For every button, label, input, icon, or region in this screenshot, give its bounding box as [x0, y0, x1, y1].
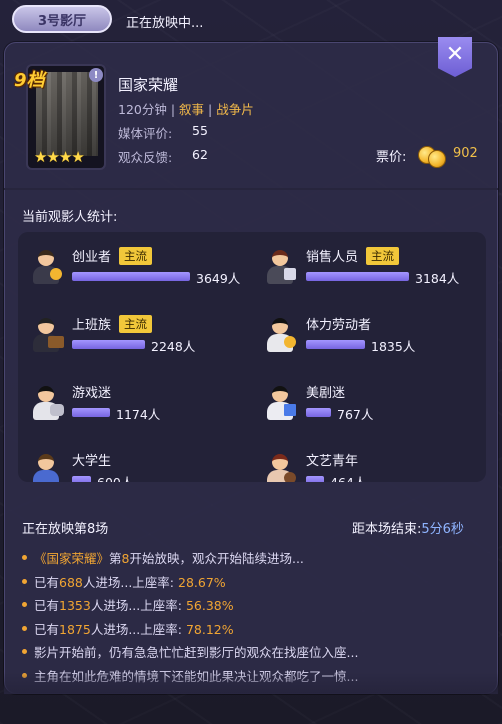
log-number: 1875 — [59, 621, 91, 637]
audience-name: 体力劳动者 — [306, 318, 372, 333]
audience-count: 3649人 — [196, 271, 241, 286]
audience-item-student: 大学生 600人 — [30, 450, 250, 482]
audience-bar — [306, 272, 409, 281]
close-icon: ✕ — [445, 42, 465, 67]
top-bar: 3号影厅 正在放映中... — [0, 0, 502, 40]
star-icon: ★ — [34, 148, 47, 166]
log-line: 已有1875人进场...上座率: 78.12% — [20, 619, 480, 643]
log-line: 影片开始前，仍有急急忙忙赶到影厅的观众在找座位入座... — [20, 642, 480, 666]
hall-tab[interactable]: 3号影厅 — [12, 5, 112, 33]
log-movie-title: 《国家荣耀》 — [34, 551, 110, 566]
log-number: 1353 — [59, 598, 91, 613]
log-line: 《国家荣耀》第8开始放映，观众开始陆续进场... — [20, 548, 480, 572]
entrepreneur-avatar-icon — [30, 250, 62, 286]
log-fade — [4, 672, 498, 694]
audience-name: 游戏迷 — [72, 386, 112, 401]
screening-log[interactable]: 《国家荣耀》第8开始放映，观众开始陆续进场... 已有688人进场...上座率:… — [20, 548, 480, 688]
audience-count: 1835人 — [371, 339, 416, 354]
audience-count: 3184人 — [415, 271, 460, 286]
salesperson-avatar-icon — [264, 250, 296, 286]
info-icon[interactable]: ! — [89, 68, 103, 82]
audience-count: 767人 — [337, 407, 374, 422]
audience-name: 上班族 — [72, 318, 112, 333]
audience-item-drama-fan: 美剧迷 767人 — [264, 382, 484, 428]
log-text: 影片开始前，仍有急急忙忙赶到影厅的观众在找座位入座... — [34, 645, 359, 660]
audience-name: 文艺青年 — [306, 454, 359, 469]
log-rate: 78.12% — [185, 621, 234, 637]
audience-item-gamer: 游戏迷 1174人 — [30, 382, 250, 428]
countdown-label: 距本场结束: — [352, 522, 422, 537]
audience-name: 销售人员 — [306, 250, 359, 265]
media-rating-value: 55 — [192, 123, 208, 138]
log-text: 已有 — [34, 598, 60, 613]
audience-stats-title: 当前观影人统计: — [22, 210, 118, 225]
log-number: 688 — [59, 574, 83, 590]
audience-feedback-value: 62 — [192, 147, 208, 162]
star-icon: ★ — [71, 148, 84, 166]
audience-bar — [306, 408, 331, 417]
log-text: 人进场...上座率: — [90, 621, 182, 637]
log-text: 已有 — [34, 621, 60, 637]
student-avatar-icon — [30, 454, 62, 482]
office-worker-avatar-icon — [30, 318, 64, 354]
gamer-avatar-icon — [30, 386, 64, 422]
audience-name: 创业者 — [72, 250, 112, 265]
coin-icon — [428, 150, 446, 168]
mainstream-tag: 主流 — [119, 315, 153, 333]
audience-count: 464人 — [330, 472, 366, 482]
movie-title: 国家荣耀 — [118, 76, 179, 94]
movie-genre-1: 叙事 — [179, 102, 205, 117]
mainstream-tag: 主流 — [119, 247, 153, 265]
star-icon: ★ — [58, 148, 72, 166]
audience-item-literary-youth: 文艺青年 464人 — [264, 450, 484, 482]
audience-bar — [306, 476, 324, 482]
grade-badge: 9档 — [14, 70, 45, 91]
audience-bar — [72, 272, 190, 281]
audience-bar — [306, 340, 365, 349]
screening-status-text: 正在放映中... — [126, 16, 204, 31]
log-text: 人进场...上座率: — [82, 574, 175, 590]
mainstream-tag: 主流 — [366, 247, 400, 265]
audience-feedback-row: 观众反馈: 62 — [118, 147, 208, 166]
screening-number-title: 正在放映第8场 — [22, 522, 109, 537]
audience-bar — [72, 476, 91, 482]
audience-name: 美剧迷 — [306, 386, 346, 401]
audience-name: 大学生 — [72, 454, 112, 469]
star-rating: ★★★★ — [34, 148, 85, 166]
media-rating-label: 媒体评价: — [118, 126, 173, 141]
audience-item-sales: 销售人员 主流 3184人 — [264, 246, 484, 292]
star-icon: ★ — [46, 148, 59, 166]
movie-genre-2: 战争片 — [216, 102, 254, 117]
log-text: 开始放映，观众开始陆续进场... — [129, 551, 304, 566]
movie-duration: 120分钟 — [118, 102, 167, 117]
log-line: 已有1353人进场...上座率: 56.38% — [20, 595, 480, 619]
log-text: 人进场...上座率: — [90, 598, 182, 613]
audience-bar — [72, 340, 145, 349]
ticket-price-value: 902 — [453, 146, 478, 161]
audience-stats-list[interactable]: 创业者 主流 3649人 销售人员 主流 3184人 上班族 主流 2248人 体力劳… — [18, 232, 486, 482]
audience-item-entrepreneur: 创业者 主流 3649人 — [30, 246, 250, 292]
audience-feedback-label: 观众反馈: — [118, 150, 173, 165]
countdown: 距本场结束:5分6秒 — [352, 518, 464, 537]
audience-count: 600人 — [97, 472, 133, 482]
poster-image — [36, 72, 98, 156]
log-text: 已有 — [34, 574, 60, 590]
audience-item-laborer: 体力劳动者 1835人 — [264, 314, 484, 360]
countdown-value: 5分6秒 — [421, 522, 464, 537]
movie-meta: 120分钟 | 叙事 | 战争片 — [118, 102, 254, 117]
log-rate: 28.67% — [178, 574, 226, 590]
audience-bar — [72, 408, 110, 417]
audience-count: 1174人 — [116, 407, 161, 422]
audience-count: 2248人 — [151, 339, 196, 354]
literary-youth-avatar-icon — [264, 454, 296, 482]
media-rating-row: 媒体评价: 55 — [118, 123, 208, 142]
audience-item-office-worker: 上班族 主流 2248人 — [30, 314, 250, 360]
log-rate: 56.38% — [185, 598, 234, 613]
log-line: 已有688人进场...上座率: 28.67% — [20, 572, 480, 596]
section-divider — [4, 188, 498, 190]
log-text: 第 — [109, 551, 122, 566]
drama-fan-avatar-icon — [264, 386, 296, 422]
ticket-price-label: 票价: — [376, 150, 407, 165]
laborer-avatar-icon — [264, 318, 296, 354]
